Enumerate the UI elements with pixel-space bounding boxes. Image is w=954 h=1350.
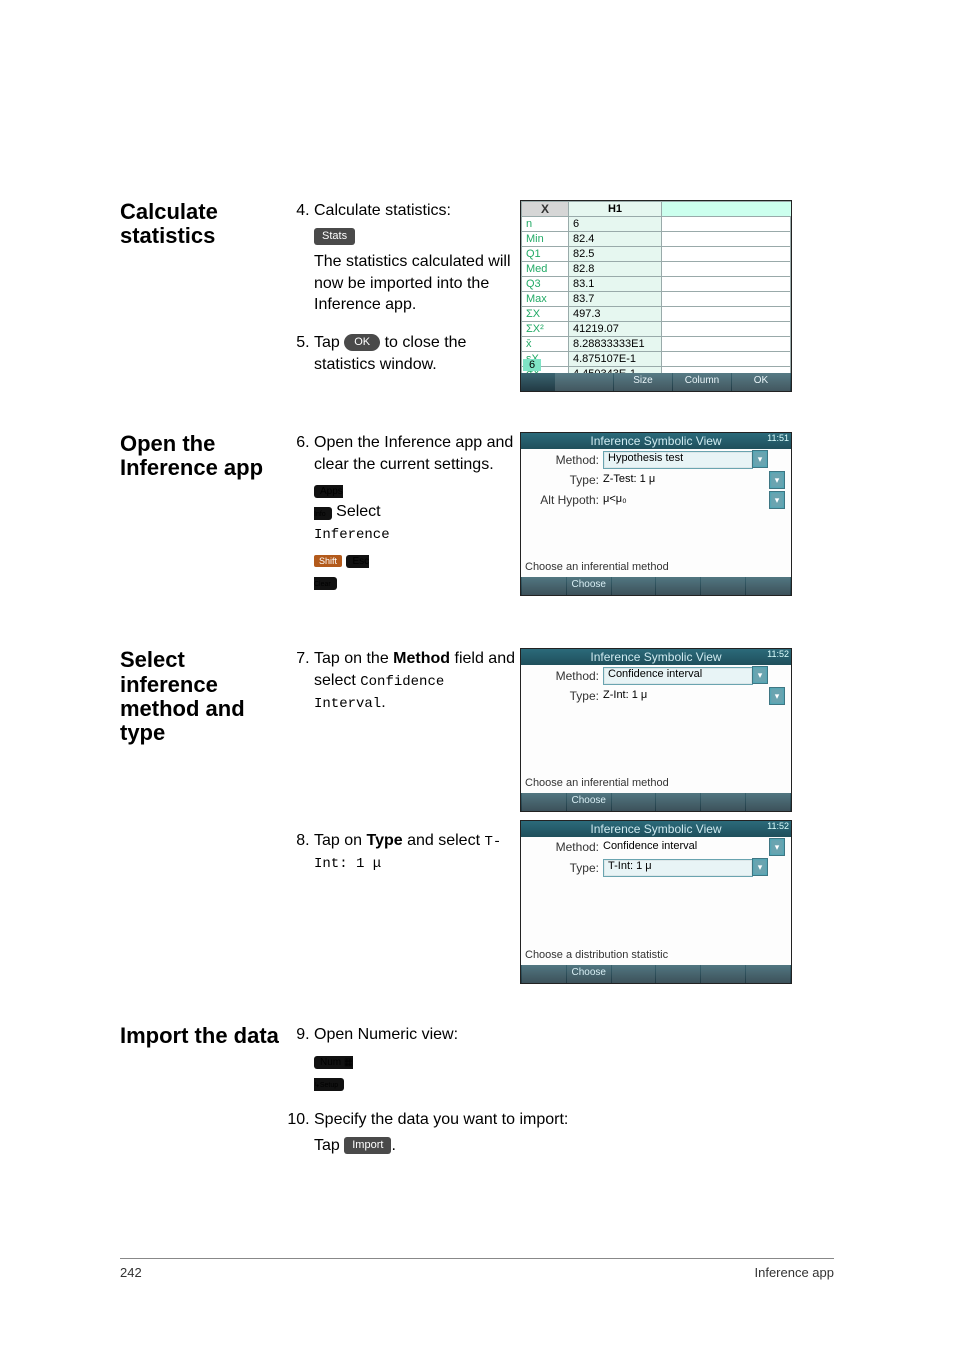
dropdown-icon[interactable]: ▾ xyxy=(752,450,768,468)
method-label: Method: xyxy=(527,453,599,467)
step-4: Calculate statistics: Stats The statisti… xyxy=(314,200,520,316)
dropdown-icon[interactable]: ▾ xyxy=(769,687,785,705)
method-label: Method: xyxy=(527,840,599,854)
step-8a: Tap on xyxy=(314,832,366,849)
page-number: 242 xyxy=(120,1265,142,1280)
step-10c: . xyxy=(391,1137,395,1154)
stat-label: x̄ xyxy=(522,337,569,352)
inference-view-3: Inference Symbolic View 11:52 Method: Conf… xyxy=(520,820,792,984)
step-6b: Select xyxy=(336,503,380,520)
type-label: Type: xyxy=(527,861,599,875)
dropdown-icon[interactable]: ▾ xyxy=(769,491,785,509)
toolbar-ok[interactable]: OK xyxy=(732,373,790,391)
stat-label: ΣX xyxy=(522,307,569,322)
method-label: Method: xyxy=(527,669,599,683)
toolbar-empty[interactable] xyxy=(555,373,613,391)
step-8c: and select xyxy=(403,832,485,849)
section-title-select: Select inference method and type xyxy=(120,648,290,745)
althyp-value: μ<μ₀ xyxy=(603,493,627,505)
choose-button[interactable]: Choose xyxy=(567,965,611,983)
step-6c: Inference xyxy=(314,526,520,545)
step-7b: Method xyxy=(393,650,450,667)
stats-window: X H1 n6 Min82.4 Q182.5 Med82.8 Q383.1 Ma… xyxy=(520,200,792,392)
step-8b: Type xyxy=(366,832,402,849)
step-9-text: Open Numeric view: xyxy=(314,1026,458,1043)
stat-value: 497.3 xyxy=(569,307,662,322)
stat-value: 6 xyxy=(569,217,662,232)
hint-text: Choose an inferential method xyxy=(525,561,669,573)
method-select[interactable]: Hypothesis test xyxy=(603,451,753,469)
inference-view-1: Inference Symbolic View 11:51 Method: Hypo… xyxy=(520,432,792,596)
symb-title: Inference Symbolic View xyxy=(590,822,721,836)
stat-value: 41219.07 xyxy=(569,322,662,337)
symb-title: Inference Symbolic View xyxy=(590,650,721,664)
footer-chapter: Inference app xyxy=(754,1265,834,1280)
stat-label: n xyxy=(522,217,569,232)
step-5: Tap OK to close the statistics window. xyxy=(314,332,520,375)
step-7e: . xyxy=(381,694,385,711)
dropdown-icon[interactable]: ▾ xyxy=(752,858,768,876)
stat-value: 4.875107E-1 xyxy=(569,352,662,367)
inference-view-2: Inference Symbolic View 11:52 Method: Conf… xyxy=(520,648,792,812)
hint-text: Choose an inferential method xyxy=(525,777,669,789)
stat-value: 82.4 xyxy=(569,232,662,247)
step-6-text: Open the Inference app and clear the cur… xyxy=(314,434,513,473)
type-label: Type: xyxy=(527,689,599,703)
stats-selected: 6 xyxy=(523,359,541,371)
section-title-open: Open the Inference app xyxy=(120,432,290,480)
step-10-text: Specify the data you want to import: xyxy=(314,1111,568,1128)
stats-button[interactable]: Stats xyxy=(314,228,355,245)
type-select[interactable]: T-Int: 1 μ xyxy=(603,859,753,877)
stat-value: 83.1 xyxy=(569,277,662,292)
stats-hdr-h1: H1 xyxy=(569,202,662,217)
choose-button[interactable]: Choose xyxy=(567,793,611,811)
stat-label: Q1 xyxy=(522,247,569,262)
section-title-import: Import the data xyxy=(120,1024,290,1048)
stat-value: 8.28833333E1 xyxy=(569,337,662,352)
symb-title: Inference Symbolic View xyxy=(590,434,721,448)
step-10b: Tap xyxy=(314,1137,344,1154)
stat-label: Min xyxy=(522,232,569,247)
type-label: Type: xyxy=(527,473,599,487)
stat-value: 82.5 xyxy=(569,247,662,262)
althyp-label: Alt Hypoth: xyxy=(527,493,599,507)
hint-text: Choose a distribution statistic xyxy=(525,949,668,961)
choose-button[interactable]: Choose xyxy=(567,577,611,595)
type-value: Z-Test: 1 μ xyxy=(603,473,655,485)
num-key[interactable]: Num ▦↳Setup xyxy=(314,1056,353,1091)
stat-label: Q3 xyxy=(522,277,569,292)
clock: 11:52 xyxy=(767,821,789,831)
stat-value: 82.8 xyxy=(569,262,662,277)
step-7: Tap on the Method field and select Confi… xyxy=(314,648,520,713)
step-7a: Tap on the xyxy=(314,650,393,667)
method-select[interactable]: Confidence interval xyxy=(603,667,753,685)
toolbar-column[interactable]: Column xyxy=(673,373,731,391)
step-4-text: Calculate statistics: xyxy=(314,202,451,219)
step-10: Specify the data you want to import: Tap… xyxy=(314,1109,810,1156)
clock: 11:52 xyxy=(767,649,789,659)
step-4-desc: The statistics calculated will now be im… xyxy=(314,251,520,316)
dropdown-icon[interactable]: ▾ xyxy=(752,666,768,684)
toolbar-size[interactable]: Size xyxy=(614,373,672,391)
ok-button[interactable]: OK xyxy=(344,334,380,351)
import-button[interactable]: Import xyxy=(344,1137,391,1154)
shift-key[interactable]: Shift xyxy=(314,555,342,567)
dropdown-icon[interactable]: ▾ xyxy=(769,471,785,489)
type-value: Z-Int: 1 μ xyxy=(603,689,647,701)
stat-label: Med xyxy=(522,262,569,277)
step-5-text-a: Tap xyxy=(314,334,344,351)
method-value: Confidence interval xyxy=(603,840,697,852)
stat-label: Max xyxy=(522,292,569,307)
stat-label: ΣX² xyxy=(522,322,569,337)
step-9: Open Numeric view: Num ▦↳Setup xyxy=(314,1024,810,1093)
step-8: Tap on Type and select T-Int: 1 μ xyxy=(314,830,520,874)
step-6: Open the Inference app and clear the cur… xyxy=(314,432,520,592)
clock: 11:51 xyxy=(767,433,789,443)
stat-value: 83.7 xyxy=(569,292,662,307)
dropdown-icon[interactable]: ▾ xyxy=(769,838,785,856)
section-title-calc: Calculate statistics xyxy=(120,200,290,248)
stats-hdr-x: X xyxy=(522,202,569,217)
